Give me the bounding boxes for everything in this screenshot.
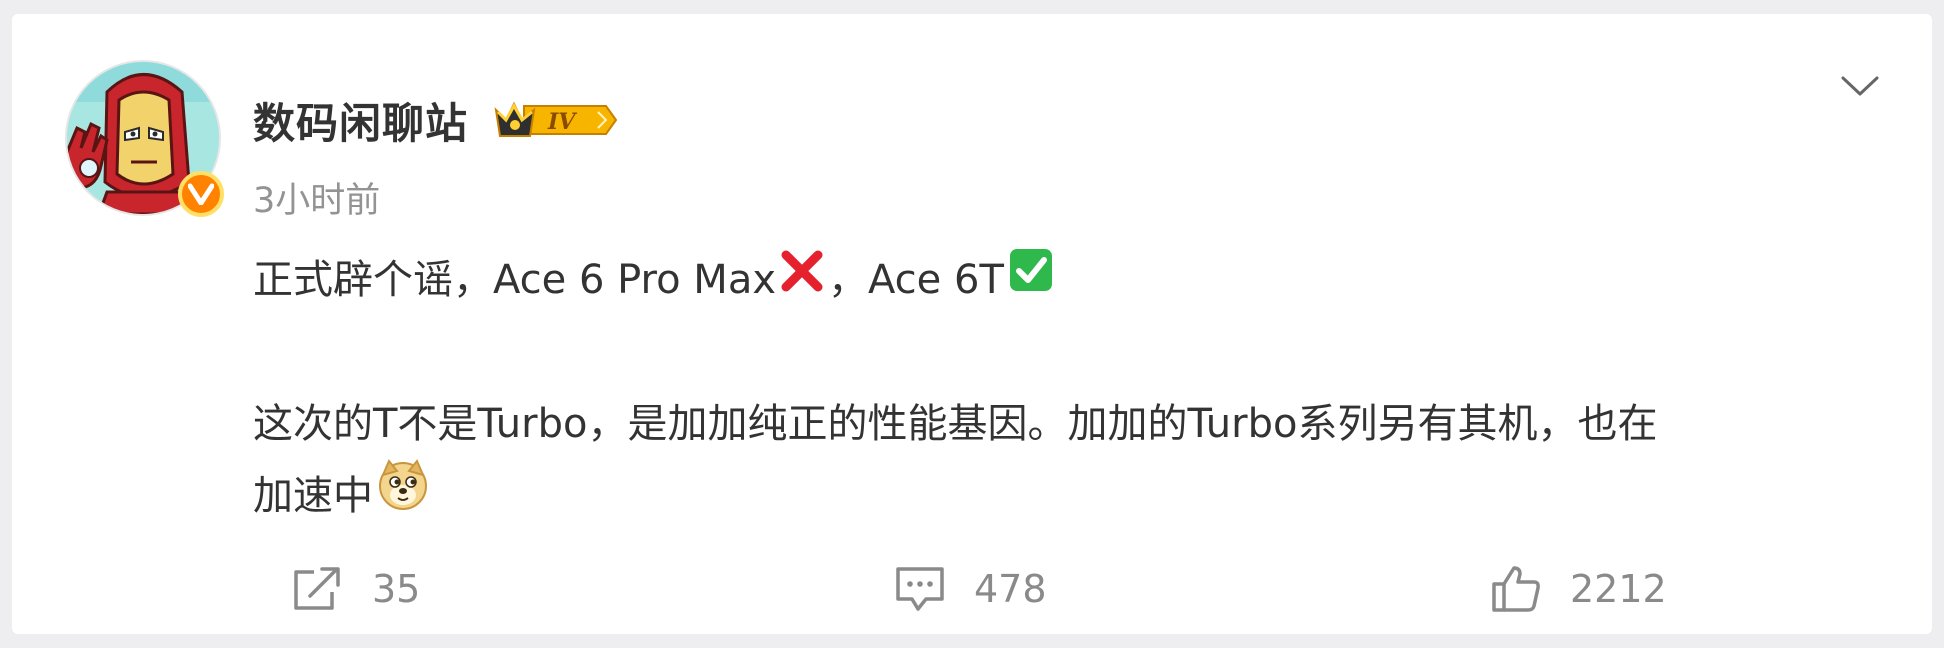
post-line-2: 这次的T不是Turbo，是加加纯正的性能基因。加加的Turbo系列另有其机，也在 — [253, 388, 1883, 460]
post-text-segment-3: 这次的T不是Turbo，是加加纯正的性能基因。加加的Turbo系列另有其机，也在 — [253, 401, 1658, 447]
crown-vip-icon: IV — [494, 101, 618, 137]
post-line-1: 正式辟个谣，Ace 6 Pro Max ，Ace 6T — [253, 244, 1883, 316]
share-icon — [294, 567, 340, 610]
comment-count: 478 — [974, 567, 1047, 611]
comment-icon — [896, 567, 944, 611]
weibo-post-card: 数码闲聊站 IV 3小时前 正式辟个谣，Ace 6 Pro Max ，Ace 6… — [12, 14, 1932, 634]
username[interactable]: 数码闲聊站 — [253, 90, 468, 151]
post-content: 正式辟个谣，Ace 6 Pro Max ，Ace 6T 这次的T不是Turbo，… — [253, 244, 1883, 532]
post-text-segment-1: 正式辟个谣，Ace 6 Pro Max — [253, 257, 777, 303]
action-bar: 35 478 2212 — [12, 554, 1932, 634]
like-button[interactable]: 2212 — [1490, 554, 1667, 624]
repost-count: 35 — [372, 567, 421, 611]
avatar-container[interactable] — [65, 60, 224, 217]
dropdown-button[interactable] — [1830, 56, 1890, 116]
verified-v-icon — [188, 183, 214, 205]
comment-button[interactable]: 478 — [894, 554, 1047, 624]
verified-badge-icon — [178, 171, 224, 217]
post-text-segment-4: 加速中 — [253, 473, 373, 519]
doge-emoji-icon — [377, 458, 429, 534]
vip-level-text: IV — [547, 109, 577, 135]
green-check-emoji-icon — [1008, 244, 1054, 316]
vip-crown-badge-icon[interactable]: IV — [494, 98, 618, 142]
like-count: 2212 — [1570, 567, 1667, 611]
red-x-emoji-icon — [780, 244, 824, 316]
post-timestamp[interactable]: 3小时前 — [253, 172, 380, 223]
post-line-3: 加速中 — [253, 458, 1883, 534]
chevron-down-icon — [1841, 76, 1879, 96]
post-text-segment-2: ，Ace 6T — [828, 257, 1004, 303]
thumbs-up-icon — [1492, 566, 1540, 612]
repost-button[interactable]: 35 — [292, 554, 420, 624]
